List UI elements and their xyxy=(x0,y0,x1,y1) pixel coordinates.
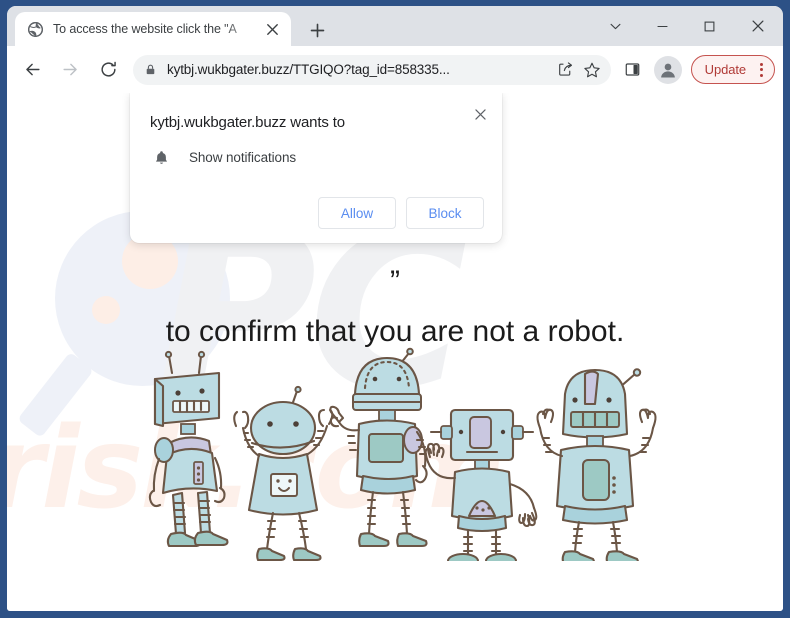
dialog-title: kytbj.wukbgater.buzz wants to xyxy=(150,114,345,131)
tab-close-icon[interactable] xyxy=(261,18,283,40)
dialog-close-icon[interactable] xyxy=(467,101,493,127)
robot-3 xyxy=(329,347,428,548)
robot-4 xyxy=(424,408,538,569)
url-text: kytbj.wukbgater.buzz/TTGIQO?tag_id=85833… xyxy=(167,62,450,77)
address-bar[interactable]: kytbj.wukbgater.buzz/TTGIQO?tag_id=85833… xyxy=(133,54,611,85)
robots-illustration: .bo { fill:none; stroke:#6b5646; stroke-… xyxy=(147,346,672,569)
browser-window: To access the website click the "A kytbj… xyxy=(0,0,790,618)
page-viewport: PC risk.com ” to confirm that you are no… xyxy=(7,93,783,611)
globe-icon xyxy=(27,21,44,38)
bell-icon xyxy=(150,149,172,166)
reload-icon xyxy=(100,61,116,77)
close-icon[interactable] xyxy=(733,6,783,46)
window-controls xyxy=(592,6,783,46)
watermark-magnifier-handle xyxy=(17,351,94,439)
robot-2 xyxy=(233,385,334,562)
forward-arrow-icon xyxy=(62,63,77,76)
block-button[interactable]: Block xyxy=(406,197,484,229)
plus-icon xyxy=(310,23,324,37)
page-headline: to confirm that you are not a robot. xyxy=(165,315,625,348)
permission-label: Show notifications xyxy=(189,150,297,165)
back-button[interactable] xyxy=(17,55,47,85)
robot-1 xyxy=(148,350,229,548)
star-icon[interactable] xyxy=(579,57,605,83)
reload-button[interactable] xyxy=(93,55,123,85)
back-arrow-icon xyxy=(25,63,40,76)
share-icon[interactable] xyxy=(553,57,579,83)
permission-row: Show notifications xyxy=(148,149,484,166)
notification-permission-dialog: kytbj.wukbgater.buzz wants to Show notif… xyxy=(130,93,502,243)
tab-strip: To access the website click the "A xyxy=(7,6,783,46)
page-headline-occluded: ” xyxy=(390,265,400,298)
minimize-icon[interactable] xyxy=(639,6,686,46)
maximize-icon[interactable] xyxy=(686,6,733,46)
update-button[interactable]: Update xyxy=(690,55,775,84)
tab-title: To access the website click the "A xyxy=(53,22,237,36)
new-tab-button[interactable] xyxy=(303,16,331,44)
allow-button[interactable]: Allow xyxy=(318,197,396,229)
lock-icon[interactable] xyxy=(137,57,163,83)
profile-avatar-icon[interactable] xyxy=(653,55,682,84)
dialog-actions: Allow Block xyxy=(148,197,484,229)
browser-window-inner: To access the website click the "A kytbj… xyxy=(7,6,783,611)
tab-search-chevron-down-icon[interactable] xyxy=(592,6,639,46)
robot-5 xyxy=(536,368,657,566)
browser-tab-active[interactable]: To access the website click the "A xyxy=(15,12,291,46)
browser-toolbar: kytbj.wukbgater.buzz/TTGIQO?tag_id=85833… xyxy=(7,46,783,93)
three-dot-menu-icon[interactable] xyxy=(753,62,769,77)
side-panel-icon[interactable] xyxy=(618,55,648,85)
update-button-label: Update xyxy=(704,62,746,77)
forward-button[interactable] xyxy=(55,55,85,85)
